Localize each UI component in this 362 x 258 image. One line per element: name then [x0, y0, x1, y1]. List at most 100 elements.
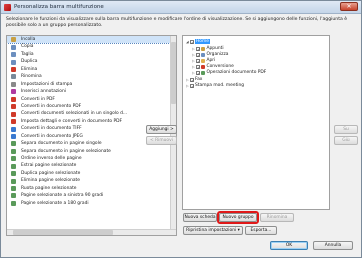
stampa-checkbox[interactable]: ✓ — [190, 84, 194, 88]
function-icon — [11, 178, 16, 184]
function-label: Separa documento in pagine singole — [21, 141, 102, 147]
window-title: Personalizza barra multifunzione — [14, 4, 104, 10]
function-list-item[interactable]: Pagine selezionate a sinistra 90 gradi — [7, 192, 176, 199]
function-icon — [11, 119, 16, 125]
customize-ribbon-dialog: Personalizza barra multifunzione ✕ Selez… — [0, 0, 362, 258]
ribbon-tree[interactable]: ◢ ✓ Home ▷ ✓ Appunti ▷ ✓ Organizza ▷ ✓ Apri ▷ ✓ Co… — [182, 35, 330, 210]
function-icon — [11, 156, 16, 162]
function-label: Converti in documento JPEG — [21, 133, 83, 139]
apri-checkbox[interactable]: ✓ — [196, 59, 200, 63]
function-icon — [11, 96, 16, 102]
function-icon — [11, 67, 16, 73]
function-label: Incolla — [21, 37, 36, 42]
title-bar: Personalizza barra multifunzione ✕ — [1, 1, 361, 14]
tree-stampa[interactable]: ▷ ✓Stampa mod. meeting — [186, 83, 244, 89]
organizza-checkbox[interactable]: ✓ — [196, 53, 200, 57]
tree-home[interactable]: ◢ ✓ Home — [186, 39, 210, 45]
function-list-item[interactable]: Impostazioni di stampa — [7, 81, 176, 88]
function-icon — [11, 52, 16, 58]
function-icon — [11, 111, 16, 117]
function-list-item[interactable]: Estrai pagine selezionate — [7, 162, 176, 169]
function-label: Converti documenti selezionati in un sin… — [21, 111, 128, 117]
function-label: Pagine selezionate a sinistra 90 gradi — [21, 193, 104, 199]
function-label: Elimina — [21, 66, 38, 72]
horizontal-scrollbar[interactable] — [7, 229, 176, 235]
function-label: Ruota pagine selezionate — [21, 185, 77, 191]
function-icon — [11, 44, 16, 50]
function-label: Ordine inverso delle pagine — [21, 156, 82, 161]
description-text: Selezionare le funzioni da visualizzare … — [6, 17, 348, 28]
new-tab-button[interactable]: Nuova scheda — [183, 213, 217, 222]
appunti-checkbox[interactable]: ✓ — [196, 47, 200, 51]
move-down-button[interactable]: Giù — [334, 136, 358, 145]
function-label: Converti in PDF — [21, 96, 55, 102]
hscroll-thumb[interactable] — [13, 229, 113, 235]
function-icon — [11, 81, 16, 87]
function-label: Copia — [21, 44, 34, 50]
function-list-item[interactable]: Converti in documento PDF — [7, 103, 176, 110]
organize-icon — [201, 53, 205, 58]
function-list-item[interactable]: Duplica — [7, 58, 176, 65]
export-button[interactable]: Esporta... — [245, 226, 277, 235]
function-label: Impostazioni di stampa — [21, 81, 73, 87]
function-list-item[interactable]: Separa documento in pagine selezionate — [7, 148, 176, 155]
highlight-box — [217, 211, 259, 224]
function-icon — [11, 104, 16, 110]
function-label: Duplica — [21, 59, 38, 65]
function-list-item[interactable]: Elimina pagine selezionate — [7, 177, 176, 184]
reset-settings-dropdown[interactable]: Ripristina impostazioni ▾ — [183, 226, 243, 235]
function-list-item[interactable]: Pagine selezionate a 180 gradi — [7, 200, 176, 207]
function-icon — [11, 37, 16, 43]
function-list-item[interactable]: Rinomina — [7, 73, 176, 80]
function-list-item[interactable]: Inserisci annotazioni — [7, 88, 176, 95]
ok-button[interactable]: OK — [270, 241, 308, 250]
app-icon — [4, 4, 11, 11]
cancel-button[interactable]: Annulla — [313, 241, 353, 250]
function-list-item[interactable]: Elimina — [7, 66, 176, 73]
function-list-item[interactable]: Converti in PDF — [7, 96, 176, 103]
remove-button[interactable]: < Rimuovi — [146, 136, 177, 145]
fax-checkbox[interactable]: ✓ — [190, 78, 194, 82]
function-label: Imposta dettagli e converti in documento… — [21, 118, 122, 124]
function-label: Taglia — [21, 51, 34, 57]
function-label: Duplica pagine selezionate — [21, 170, 81, 176]
function-list-item[interactable]: Converti documenti selezionati in un sin… — [7, 110, 176, 117]
function-icon — [11, 133, 16, 139]
function-icon — [11, 126, 16, 132]
function-icon — [11, 200, 16, 206]
function-label: Estrai pagine selezionate — [21, 163, 77, 169]
function-label: Elimina pagine selezionate — [21, 178, 80, 184]
function-icon — [11, 148, 16, 154]
function-list-item[interactable]: Taglia — [7, 51, 176, 58]
function-label: Inserisci annotazioni — [21, 89, 66, 95]
function-icon — [11, 163, 16, 169]
tree-group-operazioni[interactable]: ▷ ✓ Operazioni documento PDF — [192, 70, 266, 76]
add-button[interactable]: Aggiungi > — [146, 125, 177, 134]
close-button[interactable]: ✕ — [340, 2, 358, 11]
function-icon — [11, 74, 16, 80]
rename-button[interactable]: Rinomina — [260, 213, 294, 222]
function-icon — [11, 59, 16, 65]
function-label: Converti in documento PDF — [21, 103, 82, 109]
function-icon — [11, 186, 16, 192]
open-folder-icon — [201, 59, 205, 64]
move-up-button[interactable]: Su — [334, 125, 358, 134]
clipboard-icon — [201, 47, 205, 52]
pdf-convert-icon — [201, 65, 205, 70]
function-list-item[interactable]: Ordine inverso delle pagine — [7, 155, 176, 162]
function-list-item[interactable]: Ruota pagine selezionate — [7, 185, 176, 192]
function-icon — [11, 193, 16, 199]
function-icon — [11, 89, 16, 95]
function-list-item[interactable]: Incolla — [7, 36, 176, 45]
function-label: Converti in documento TIFF — [21, 126, 82, 132]
function-label: Separa documento in pagine selezionate — [21, 148, 111, 154]
function-label: Pagine selezionate a 180 gradi — [21, 200, 89, 206]
home-checkbox[interactable]: ✓ — [190, 40, 194, 44]
operazioni-checkbox[interactable]: ✓ — [196, 71, 200, 75]
function-list-item[interactable]: Copia — [7, 43, 176, 50]
reset-label: Ripristina impostazioni — [186, 228, 237, 233]
scroll-thumb[interactable] — [170, 42, 176, 104]
function-list-item[interactable]: Duplica pagine selezionate — [7, 170, 176, 177]
conversione-checkbox[interactable]: ✓ — [196, 65, 200, 69]
pdf-operations-icon — [201, 71, 205, 76]
